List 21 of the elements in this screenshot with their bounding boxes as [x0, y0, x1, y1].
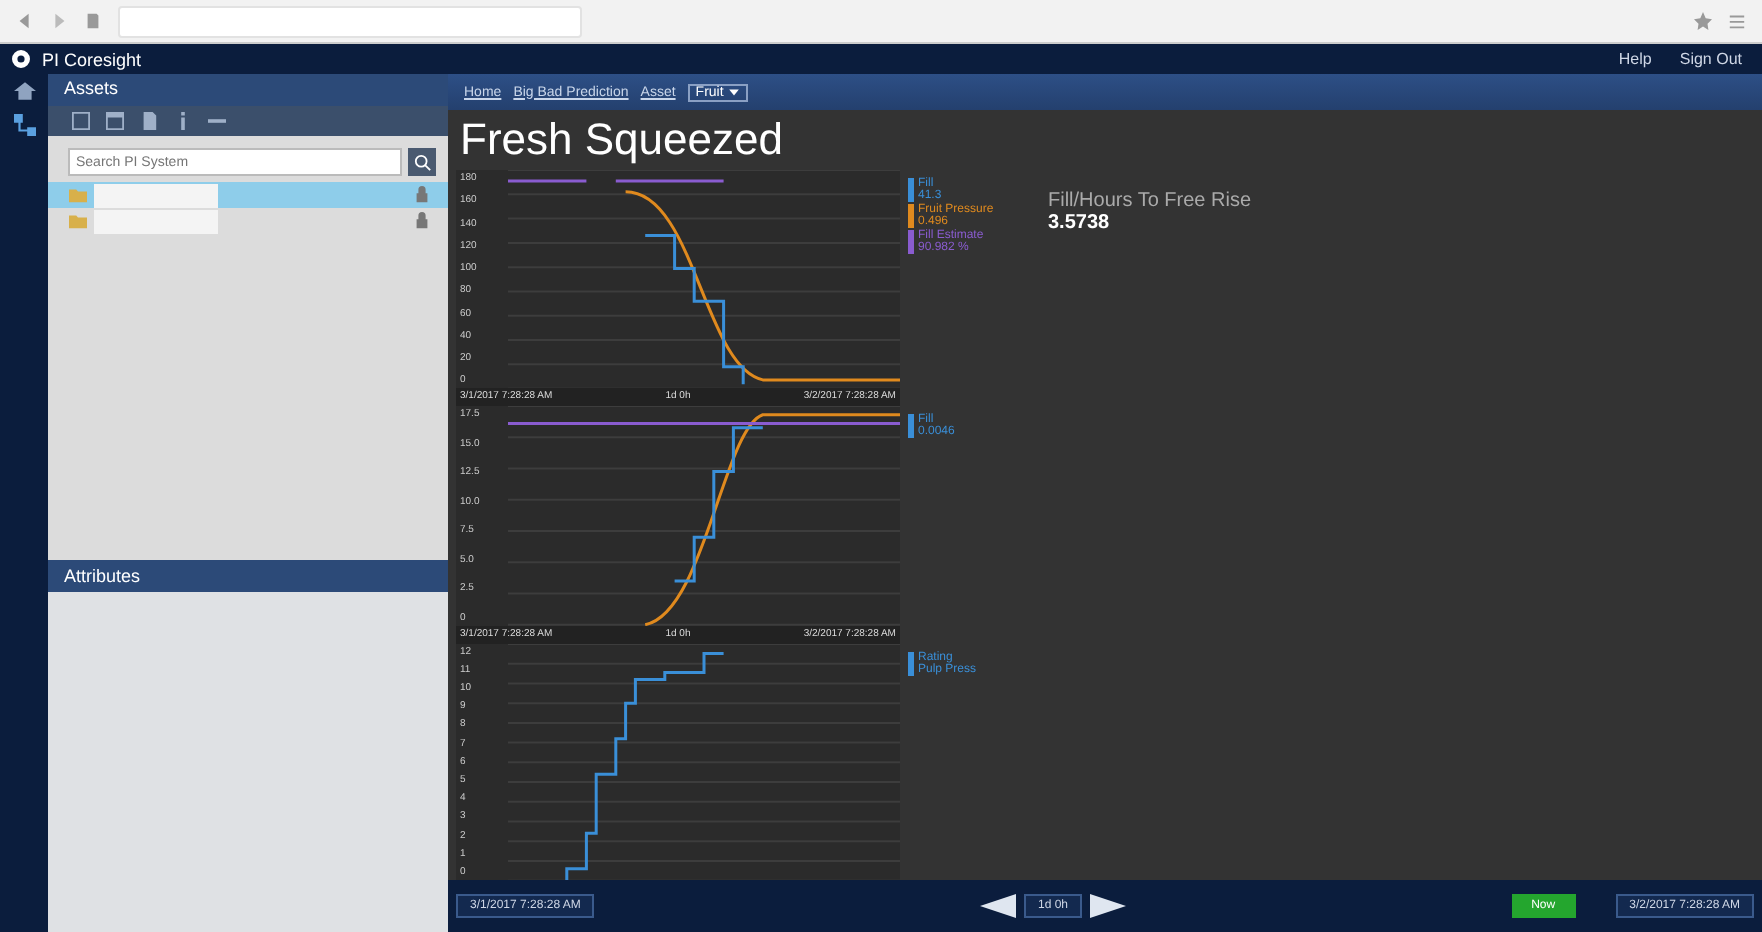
back-arrow-icon[interactable]: [979, 894, 1016, 918]
search-button[interactable]: [408, 148, 436, 176]
panel-title: Assets: [48, 74, 448, 106]
value-reading: 3.5738: [1048, 212, 1112, 234]
app-title: PI Coresight: [42, 49, 142, 69]
menu-icon[interactable]: [1728, 12, 1746, 30]
star-icon[interactable]: [1694, 12, 1712, 30]
forward-arrow-icon[interactable]: [1090, 894, 1126, 918]
grid-icon[interactable]: [72, 112, 90, 130]
caret-icon: [727, 86, 740, 98]
header-link[interactable]: Sign Out: [1671, 50, 1750, 68]
logo-icon[interactable]: [12, 50, 30, 68]
table-icon[interactable]: [106, 112, 124, 130]
document-icon[interactable]: [140, 112, 158, 130]
value-label: Fill/Hours To Free Rise: [1048, 190, 1252, 212]
header-link[interactable]: Help: [1610, 50, 1660, 68]
page-icon[interactable]: [84, 12, 102, 30]
panel-title: Attributes: [48, 560, 448, 592]
home-icon[interactable]: [13, 80, 35, 102]
hierarchy-icon[interactable]: [13, 114, 35, 136]
back-icon[interactable]: [16, 12, 34, 30]
